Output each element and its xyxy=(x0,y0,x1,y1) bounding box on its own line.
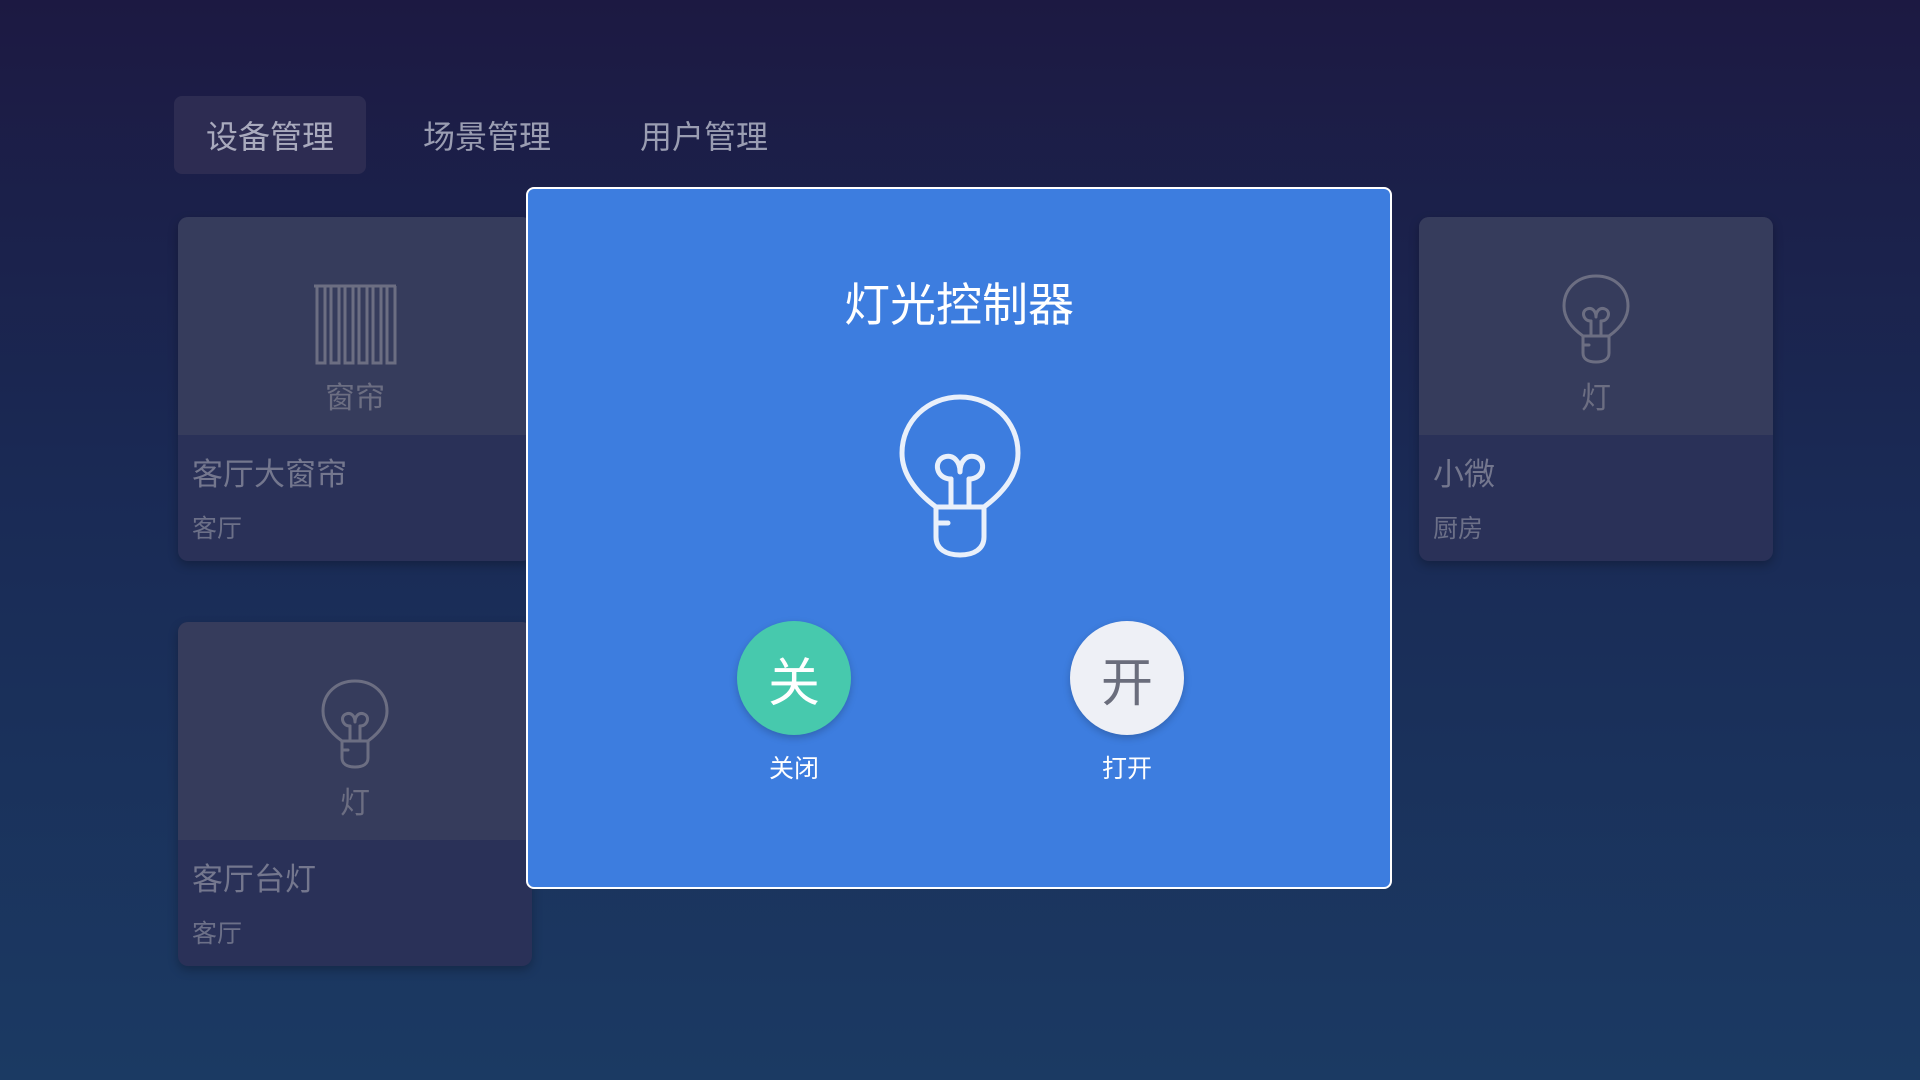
device-room: 客厅 xyxy=(192,514,243,543)
device-card-header: 灯 xyxy=(178,622,532,840)
dialog-title: 灯光控制器 xyxy=(844,278,1074,332)
device-name: 客厅台灯 xyxy=(192,862,316,898)
device-card-header: 窗帘 xyxy=(178,217,532,435)
light-on-control: 开 打开 xyxy=(1070,621,1184,785)
device-room: 客厅 xyxy=(192,919,243,948)
light-on-button[interactable]: 开 xyxy=(1070,621,1184,735)
bulb-icon xyxy=(321,679,389,769)
device-card-header: 灯 xyxy=(1419,217,1773,435)
bulb-icon xyxy=(1562,274,1630,364)
main-tabs: 设备管理 场景管理 用户管理 xyxy=(174,96,825,174)
device-card-light-livingroom[interactable]: 灯 客厅台灯 客厅 xyxy=(178,622,532,966)
curtain-icon xyxy=(314,284,397,365)
device-card-curtain[interactable]: 窗帘 客厅大窗帘 客厅 xyxy=(178,217,532,561)
light-controller-dialog: 灯光控制器 关 关闭 开 打开 xyxy=(526,187,1392,889)
light-off-label: 关闭 xyxy=(768,754,819,783)
tab-device-management[interactable]: 设备管理 xyxy=(174,96,367,174)
device-name: 小微 xyxy=(1433,457,1495,493)
light-off-button[interactable]: 关 xyxy=(737,621,851,735)
device-card-light-kitchen[interactable]: 灯 小微 厨房 xyxy=(1419,217,1773,561)
device-room: 厨房 xyxy=(1433,514,1484,543)
tab-scene-management[interactable]: 场景管理 xyxy=(391,96,583,174)
tab-user-management[interactable]: 用户管理 xyxy=(608,96,800,174)
bulb-icon xyxy=(899,394,1021,558)
device-name: 客厅大窗帘 xyxy=(192,457,347,493)
device-type-label: 灯 xyxy=(1581,381,1611,416)
device-type-label: 灯 xyxy=(340,786,370,821)
light-off-control: 关 关闭 xyxy=(737,621,851,785)
device-type-label: 窗帘 xyxy=(325,381,385,416)
light-on-label: 打开 xyxy=(1101,754,1152,783)
